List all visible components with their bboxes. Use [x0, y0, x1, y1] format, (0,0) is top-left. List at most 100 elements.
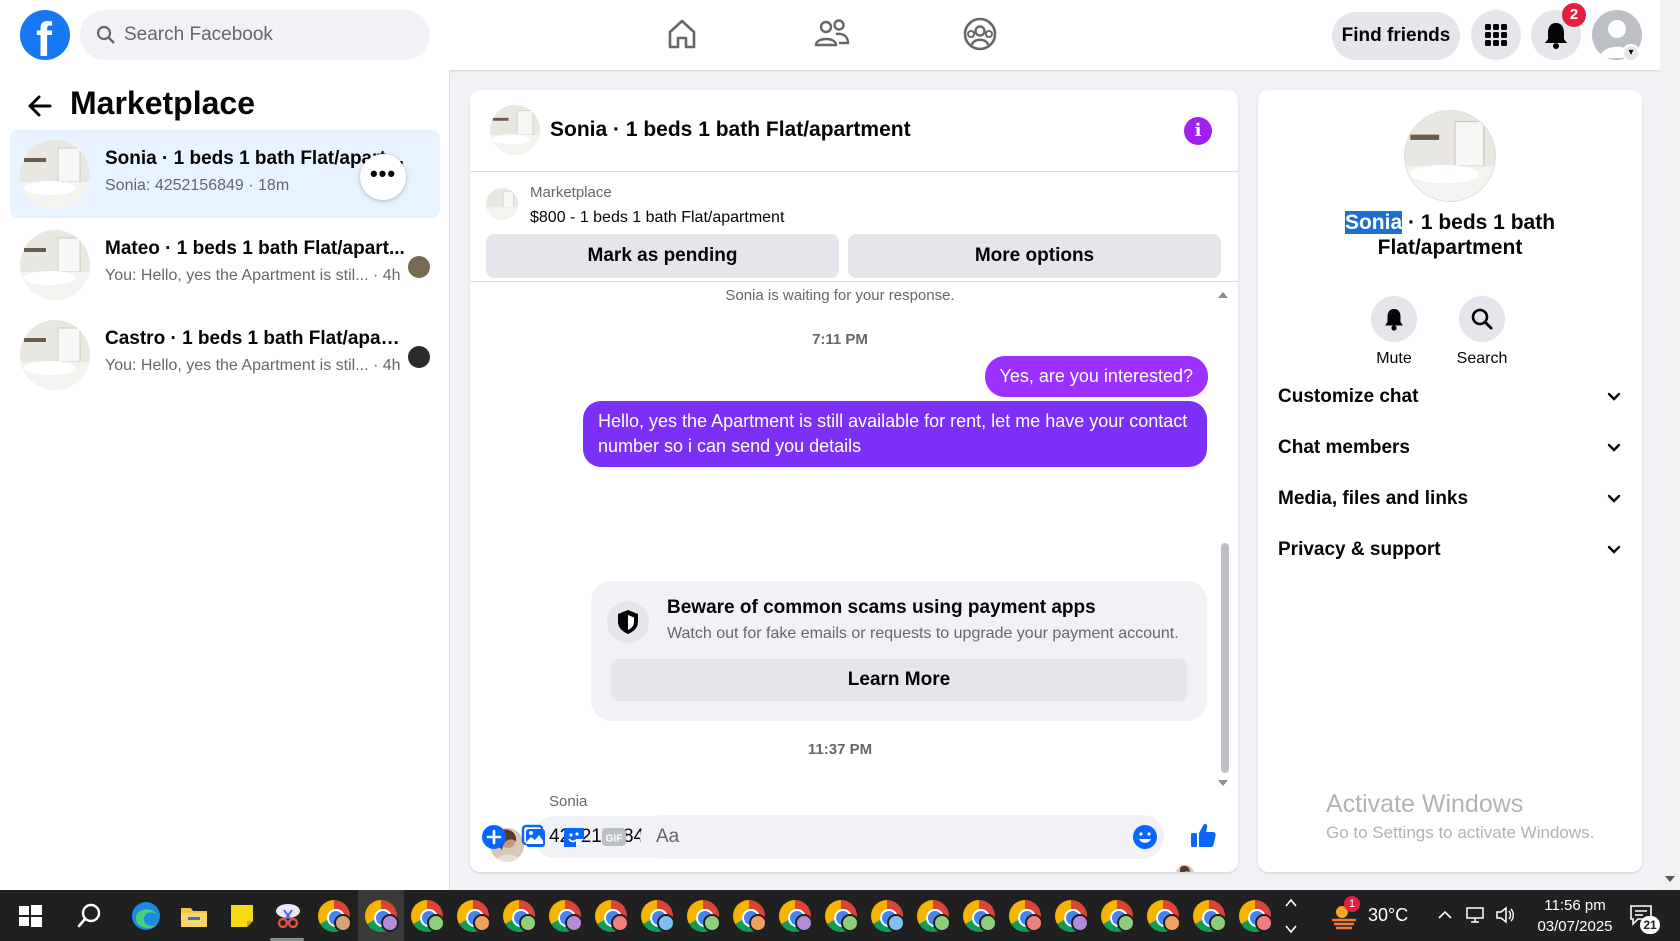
- search-icon: [96, 25, 115, 44]
- groups-icon[interactable]: [960, 14, 1000, 54]
- sent-message[interactable]: Hello, yes the Apartment is still availa…: [583, 401, 1207, 467]
- search-action[interactable]: Search: [1442, 296, 1522, 368]
- plus-circle-icon[interactable]: [480, 823, 508, 851]
- listing-thumbnail: [20, 230, 90, 300]
- taskbar-overflow-arrows-icon[interactable]: [1284, 896, 1298, 936]
- chrome-window-icon[interactable]: [318, 900, 352, 932]
- listing-thumbnail[interactable]: [490, 105, 540, 155]
- search-input[interactable]: [124, 10, 414, 60]
- chat-scrollbar[interactable]: [1221, 543, 1229, 773]
- chrome-window-icon[interactable]: [825, 900, 859, 932]
- search-box[interactable]: [80, 10, 430, 60]
- more-options-button[interactable]: •••: [360, 154, 406, 200]
- chat-members-row[interactable]: Chat members: [1278, 428, 1622, 468]
- chrome-window-icon[interactable]: [779, 900, 813, 932]
- search-label: Search: [1456, 350, 1508, 367]
- page-scrollbar[interactable]: [1660, 0, 1680, 890]
- page-title: Marketplace: [70, 85, 255, 121]
- info-icon[interactable]: i: [1184, 117, 1212, 145]
- chat-header: Sonia · 1 beds 1 bath Flat/apartment i: [470, 90, 1238, 172]
- emoji-icon[interactable]: [1132, 824, 1158, 850]
- file-explorer-icon[interactable]: [178, 900, 210, 932]
- media-files-links-row[interactable]: Media, files and links: [1278, 479, 1622, 519]
- chat-title[interactable]: Sonia · 1 beds 1 bath Flat/apartment: [550, 118, 911, 142]
- scam-warning-description: Watch out for fake emails or requests to…: [667, 625, 1179, 642]
- sticky-notes-icon[interactable]: [226, 900, 258, 932]
- svg-text:GIF: GIF: [606, 834, 623, 845]
- taskbar-search-icon[interactable]: [74, 900, 106, 932]
- mark-as-pending-button[interactable]: Mark as pending: [486, 234, 839, 278]
- conversation-item[interactable]: Sonia · 1 beds 1 bath Flat/apartment Son…: [10, 130, 440, 218]
- shield-icon: [607, 601, 649, 643]
- conversation-title: Castro · 1 beds 1 bath Flat/apart...: [105, 328, 405, 349]
- gif-icon[interactable]: GIF: [600, 823, 628, 851]
- chrome-window-icon[interactable]: [365, 900, 399, 932]
- chrome-window-icon[interactable]: [963, 900, 997, 932]
- learn-more-button[interactable]: Learn More: [611, 659, 1187, 701]
- listing-thumbnail[interactable]: [1404, 110, 1496, 202]
- snipping-tool-icon[interactable]: [272, 900, 304, 932]
- back-arrow-icon[interactable]: [26, 92, 54, 120]
- chrome-window-icon[interactable]: [457, 900, 491, 932]
- chrome-window-icon[interactable]: [917, 900, 951, 932]
- conversation-item[interactable]: Mateo · 1 beds 1 bath Flat/apart... You:…: [10, 220, 440, 308]
- scroll-down-arrow-icon[interactable]: [1664, 874, 1676, 884]
- chevron-up-icon[interactable]: [1437, 908, 1453, 922]
- chevron-down-icon[interactable]: ▾: [1622, 44, 1640, 62]
- chrome-window-icon[interactable]: [411, 900, 445, 932]
- chrome-window-icon[interactable]: [1239, 900, 1273, 932]
- customize-chat-row[interactable]: Customize chat: [1278, 377, 1622, 417]
- bell-icon: [1385, 309, 1403, 331]
- scam-warning-title: Beware of common scams using payment app…: [667, 597, 1096, 618]
- edge-browser-icon[interactable]: [130, 900, 162, 932]
- details-title: Sonia · 1 beds 1 bath Flat/apartment: [1278, 210, 1622, 260]
- mute-label: Mute: [1376, 350, 1412, 367]
- chrome-window-icon[interactable]: [1147, 900, 1181, 932]
- chrome-window-icon[interactable]: [641, 900, 675, 932]
- listing-source-label: Marketplace: [530, 184, 612, 201]
- photo-icon[interactable]: [520, 823, 548, 851]
- chrome-window-icon[interactable]: [595, 900, 629, 932]
- clock-date: 03/07/2025: [1537, 918, 1613, 935]
- weather-temperature[interactable]: 30°C: [1368, 905, 1408, 926]
- scroll-up-arrow-icon[interactable]: [1216, 290, 1230, 300]
- friends-icon[interactable]: [812, 14, 852, 54]
- chrome-window-icon[interactable]: [871, 900, 905, 932]
- chrome-window-icon[interactable]: [549, 900, 583, 932]
- find-friends-button[interactable]: Find friends: [1332, 12, 1460, 60]
- home-icon[interactable]: [662, 14, 702, 54]
- notification-count-badge: 2: [1562, 3, 1586, 27]
- conversation-title: Sonia · 1 beds 1 bath Flat/apartment: [105, 148, 405, 169]
- facebook-logo[interactable]: f: [20, 10, 70, 67]
- chrome-window-icon[interactable]: [1055, 900, 1089, 932]
- listing-thumbnail[interactable]: [486, 188, 518, 220]
- chrome-window-icon[interactable]: [1101, 900, 1135, 932]
- chat-details-panel: Sonia · 1 beds 1 bath Flat/apartment Mut…: [1258, 90, 1642, 872]
- chrome-window-icon[interactable]: [687, 900, 721, 932]
- windows-start-icon[interactable]: [14, 900, 46, 932]
- menu-button[interactable]: [1471, 10, 1521, 60]
- chrome-window-icon[interactable]: [503, 900, 537, 932]
- message-input[interactable]: [656, 815, 1126, 859]
- mute-action[interactable]: Mute: [1354, 296, 1434, 368]
- listing-price[interactable]: $800 - 1 beds 1 bath Flat/apartment: [530, 209, 784, 227]
- weather-badge: 1: [1344, 896, 1360, 912]
- sticker-icon[interactable]: [560, 823, 588, 851]
- sent-message[interactable]: Yes, are you interested?: [984, 356, 1208, 397]
- more-options-button[interactable]: More options: [848, 234, 1221, 278]
- windows-taskbar: 1 30°C 11:56 pm 03/07/2025 21: [0, 890, 1680, 941]
- chat-window: Sonia · 1 beds 1 bath Flat/apartment i M…: [470, 90, 1238, 872]
- volume-icon[interactable]: [1494, 904, 1516, 926]
- conversation-item[interactable]: Castro · 1 beds 1 bath Flat/apart... You…: [10, 310, 440, 398]
- scroll-down-arrow-icon[interactable]: [1216, 778, 1230, 788]
- chrome-window-icon[interactable]: [1009, 900, 1043, 932]
- chrome-window-icon[interactable]: [733, 900, 767, 932]
- thumbs-up-icon[interactable]: [1188, 820, 1218, 850]
- conversation-preview: You: Hello, yes the Apartment is stil...…: [105, 267, 401, 284]
- chrome-window-icon[interactable]: [1193, 900, 1227, 932]
- system-clock[interactable]: 11:56 pm 03/07/2025: [1520, 895, 1630, 937]
- network-icon[interactable]: [1464, 904, 1486, 926]
- message-input-wrapper[interactable]: [640, 815, 1164, 859]
- row-label: Customize chat: [1278, 386, 1419, 407]
- privacy-support-row[interactable]: Privacy & support: [1278, 530, 1622, 570]
